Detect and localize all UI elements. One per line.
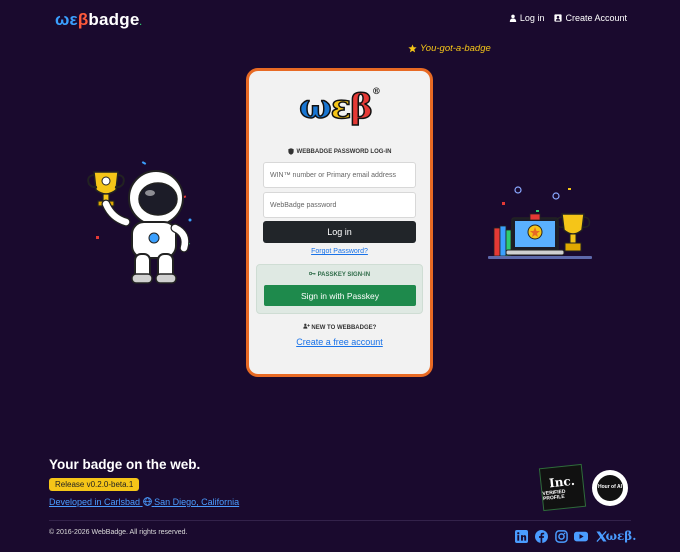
login-button[interactable]: Log in: [263, 221, 416, 243]
hour-of-ai-badge[interactable]: Hour of AI: [592, 469, 628, 506]
login-label: Log in: [519, 13, 545, 23]
globe-icon: [142, 497, 152, 506]
create-account-link[interactable]: Create Account: [554, 13, 627, 23]
developed-suffix: San Diego, California: [154, 497, 240, 507]
developed-in-link[interactable]: Developed in Carlsbad San Diego, Califor…: [49, 497, 239, 507]
logo-omega: ω: [298, 86, 332, 128]
id-card-icon: [554, 14, 563, 22]
logo-beta: β: [349, 86, 373, 128]
laptop-trophy-illustration: [488, 186, 592, 259]
passkey-section: PASSKEY SIGN-IN Sign in with Passkey: [256, 264, 423, 314]
logo-part-2: β: [77, 10, 89, 29]
facebook-icon[interactable]: [534, 529, 548, 543]
logo-epsilon: ε: [330, 86, 352, 128]
youtube-icon[interactable]: [574, 529, 588, 543]
user-icon: [509, 14, 517, 22]
certification-badges: Inc. VERIFIED PROFILE Hour of AI: [538, 463, 628, 512]
inc-title: Inc.: [548, 473, 576, 490]
footer-divider: [49, 520, 631, 521]
new-user-label: NEW TO WEBBADGE?: [311, 325, 377, 331]
astronaut-trophy-illustration: [87, 161, 192, 284]
key-icon: [308, 271, 316, 276]
create-account-link-card[interactable]: Create a free account: [249, 337, 430, 347]
star-icon: [408, 44, 417, 53]
passkey-heading: PASSKEY SIGN-IN: [257, 271, 422, 278]
you-got-badge-link[interactable]: You-got-a-badge: [408, 43, 491, 54]
logo-part-1: ωε: [55, 10, 78, 29]
release-badge: Release v0.2.0-beta.1: [49, 478, 140, 491]
instagram-icon[interactable]: [554, 529, 568, 543]
create-account-label: Create Account: [565, 13, 627, 23]
win-email-input[interactable]: WIN™ number or Primary email address: [263, 162, 416, 188]
user-plus-icon: [303, 323, 310, 329]
passkey-label: PASSKEY SIGN-IN: [317, 272, 371, 278]
webbadge-social-link[interactable]: ωεβ.: [606, 529, 637, 543]
password-input[interactable]: WebBadge password: [263, 192, 416, 218]
social-wb-label: ωεβ.: [605, 529, 637, 543]
footer-tagline: Your badge on the web.: [49, 457, 201, 472]
logo-part-3: badge: [88, 10, 140, 29]
shield-icon: [287, 148, 294, 155]
logo-registered: ®: [371, 87, 381, 97]
webbadge-logo: ωεβ®: [249, 86, 430, 128]
login-link[interactable]: Log in: [509, 13, 545, 23]
logo-dot: .: [139, 18, 142, 27]
passkey-button[interactable]: Sign in with Passkey: [264, 285, 416, 306]
copyright-text: © 2016-2026 WebBadge. All rights reserve…: [49, 529, 188, 536]
inc-verified-badge[interactable]: Inc. VERIFIED PROFILE: [538, 463, 587, 512]
hour-of-ai-label: Hour of AI: [597, 474, 623, 501]
new-user-heading: NEW TO WEBBADGE?: [249, 323, 430, 331]
inc-subtitle: VERIFIED PROFILE: [542, 488, 566, 502]
linkedin-icon[interactable]: [514, 529, 528, 543]
forgot-password-link[interactable]: Forgot Password?: [249, 248, 430, 255]
site-logo[interactable]: ωεβbadge.: [55, 10, 142, 30]
developed-prefix: Developed in Carlsbad: [49, 497, 141, 507]
password-login-heading: WEBBADGE PASSWORD LOG-IN: [249, 148, 430, 155]
you-got-badge-label: You-got-a-badge: [420, 43, 491, 54]
top-nav: Log in Create Account: [509, 13, 627, 23]
password-login-label: WEBBADGE PASSWORD LOG-IN: [296, 148, 392, 155]
social-links: ωεβ.: [514, 529, 637, 543]
login-card: ωεβ® WEBBADGE PASSWORD LOG-IN WIN™ numbe…: [246, 68, 433, 377]
